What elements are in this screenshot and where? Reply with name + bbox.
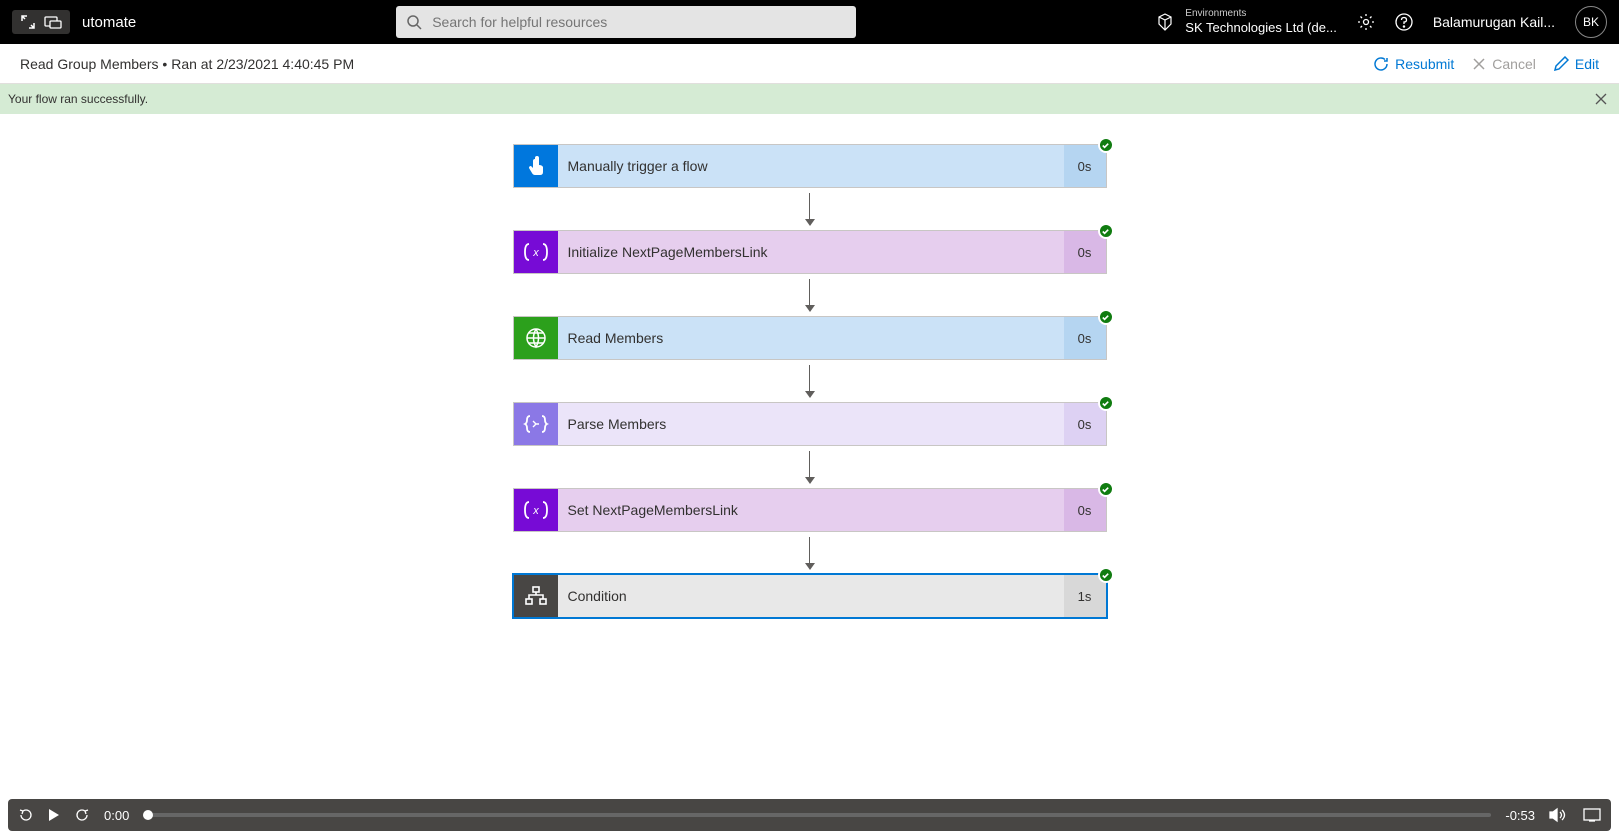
environment-label: Environments	[1185, 8, 1337, 20]
connector-arrow	[805, 532, 815, 574]
flow-name: Read Group Members	[20, 56, 159, 72]
svg-text:x: x	[532, 247, 539, 259]
flow-step: Manually trigger a flow0s	[513, 144, 1107, 188]
run-title: Read Group Members • Ran at 2/23/2021 4:…	[20, 56, 354, 72]
resubmit-label: Resubmit	[1395, 56, 1454, 72]
step-card[interactable]: Condition1s	[513, 574, 1107, 618]
json-icon	[514, 403, 558, 445]
step-card[interactable]: x Initialize NextPageMembersLink0s	[513, 230, 1107, 274]
globe-icon	[514, 317, 558, 359]
step-duration: 0s	[1064, 231, 1106, 273]
environment-text: Environments SK Technologies Ltd (de...	[1185, 8, 1337, 36]
search-box[interactable]	[396, 6, 856, 38]
step-card[interactable]: Read Members0s	[513, 316, 1107, 360]
expand-icon[interactable]	[20, 14, 36, 30]
edit-button[interactable]: Edit	[1554, 56, 1599, 72]
forward-icon[interactable]	[74, 807, 90, 823]
user-avatar[interactable]: BK	[1575, 6, 1607, 38]
step-card[interactable]: Parse Members0s	[513, 402, 1107, 446]
connector-arrow	[805, 188, 815, 230]
success-check-icon	[1098, 309, 1114, 325]
fullscreen-icon[interactable]	[1583, 808, 1601, 822]
video-player: 0:00 -0:53	[8, 799, 1611, 831]
connector-arrow	[805, 446, 815, 488]
settings-icon[interactable]	[1357, 13, 1375, 31]
success-check-icon	[1098, 481, 1114, 497]
step-title: Initialize NextPageMembersLink	[558, 231, 1064, 273]
window-control-group	[12, 10, 70, 34]
user-name: Balamurugan Kail...	[1433, 14, 1555, 30]
seek-track[interactable]	[143, 813, 1491, 817]
step-card[interactable]: Manually trigger a flow0s	[513, 144, 1107, 188]
remaining-time: -0:53	[1505, 808, 1535, 823]
flow-step: Read Members0s	[513, 316, 1107, 360]
connector-arrow	[805, 274, 815, 316]
step-title: Manually trigger a flow	[558, 145, 1064, 187]
cancel-button: Cancel	[1472, 56, 1536, 72]
success-check-icon	[1098, 395, 1114, 411]
step-title: Parse Members	[558, 403, 1064, 445]
flow-step: Parse Members0s	[513, 402, 1107, 446]
run-header: Read Group Members • Ran at 2/23/2021 4:…	[0, 44, 1619, 84]
topbar-right: Environments SK Technologies Ltd (de... …	[1155, 6, 1607, 38]
help-icon[interactable]	[1395, 13, 1413, 31]
user-initials: BK	[1583, 15, 1599, 29]
step-card[interactable]: x Set NextPageMembersLink0s	[513, 488, 1107, 532]
flow-step: Condition1s	[513, 574, 1107, 618]
step-duration: 0s	[1064, 489, 1106, 531]
close-banner-icon[interactable]	[1591, 89, 1611, 109]
resubmit-button[interactable]: Resubmit	[1373, 56, 1454, 72]
cancel-label: Cancel	[1492, 56, 1536, 72]
run-actions: Resubmit Cancel Edit	[1373, 56, 1599, 72]
success-banner: Your flow ran successfully.	[0, 84, 1619, 114]
flow-step: x Initialize NextPageMembersLink0s	[513, 230, 1107, 274]
current-time: 0:00	[104, 808, 129, 823]
play-icon[interactable]	[48, 808, 60, 822]
step-title: Read Members	[558, 317, 1064, 359]
svg-text:x: x	[532, 505, 539, 517]
touch-icon	[514, 145, 558, 187]
success-check-icon	[1098, 223, 1114, 239]
flow-step: x Set NextPageMembersLink0s	[513, 488, 1107, 532]
search-input[interactable]	[432, 14, 846, 30]
environment-name: SK Technologies Ltd (de...	[1185, 20, 1337, 36]
flow-container: Manually trigger a flow0sxInitialize Nex…	[0, 114, 1619, 618]
edit-label: Edit	[1575, 56, 1599, 72]
step-duration: 0s	[1064, 317, 1106, 359]
rewind-icon[interactable]	[18, 807, 34, 823]
step-title: Set NextPageMembersLink	[558, 489, 1064, 531]
var-icon: x	[514, 231, 558, 273]
banner-message: Your flow ran successfully.	[8, 92, 148, 106]
connector-arrow	[805, 360, 815, 402]
run-timestamp: Ran at 2/23/2021 4:40:45 PM	[171, 56, 354, 72]
step-duration: 1s	[1064, 575, 1106, 617]
app-name: utomate	[82, 14, 136, 31]
step-duration: 0s	[1064, 403, 1106, 445]
environment-icon	[1155, 12, 1175, 32]
success-check-icon	[1098, 567, 1114, 583]
var-icon: x	[514, 489, 558, 531]
volume-icon[interactable]	[1549, 807, 1569, 823]
seek-thumb[interactable]	[143, 810, 153, 820]
search-icon	[406, 14, 422, 30]
window-controls: utomate	[12, 10, 136, 34]
environment-picker[interactable]: Environments SK Technologies Ltd (de...	[1155, 8, 1337, 36]
step-title: Condition	[558, 575, 1064, 617]
mirror-icon[interactable]	[44, 15, 62, 29]
success-check-icon	[1098, 137, 1114, 153]
step-duration: 0s	[1064, 145, 1106, 187]
flow-canvas[interactable]: Manually trigger a flow0sxInitialize Nex…	[0, 114, 1619, 795]
cond-icon	[514, 575, 558, 617]
top-bar: utomate Environments SK Technologies Ltd…	[0, 0, 1619, 44]
